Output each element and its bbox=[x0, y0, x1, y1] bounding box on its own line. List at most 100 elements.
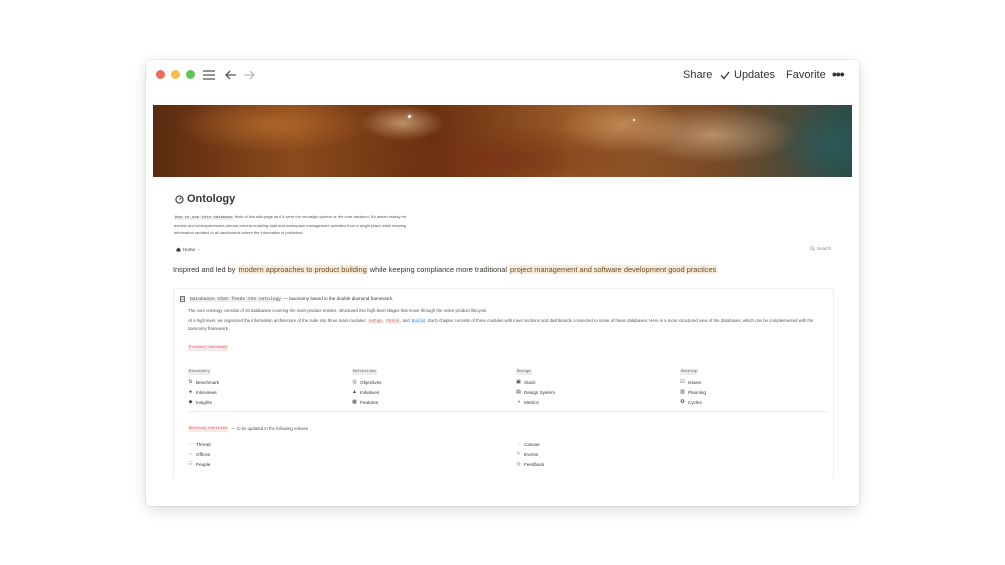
updates-button[interactable]: Updates bbox=[720, 67, 775, 83]
issues-icon: ☑ bbox=[680, 378, 685, 385]
page-icon bbox=[174, 194, 184, 204]
features-icon: ▦ bbox=[352, 398, 357, 405]
headline-text: while keeping compliance more traditiona… bbox=[367, 265, 510, 274]
canvas-icon: ⁘ bbox=[516, 440, 521, 447]
working-entities-right: ⁘ Canvas ✎ Events ◍ Feedback bbox=[516, 439, 676, 469]
objectives-icon: ◎ bbox=[352, 378, 357, 385]
forward-arrow-icon[interactable] bbox=[242, 67, 256, 83]
working-entities-suffix: — to be updated in the following release bbox=[231, 426, 309, 431]
item-label: Benchmark bbox=[196, 379, 220, 385]
share-button[interactable]: Share bbox=[683, 67, 712, 83]
callout-heading-text: — taxonomy based in the double diamond f… bbox=[281, 296, 394, 301]
link-thread[interactable]: ◌ Thread bbox=[188, 439, 348, 449]
taxonomy-column-develop: Develop ☑ Issues ▥ Planning ✪ Cycles bbox=[680, 359, 840, 407]
working-entities-label: Working entities bbox=[188, 426, 229, 432]
callout-paragraph: The core ontology consists of 20 databas… bbox=[188, 308, 488, 313]
link-features[interactable]: ▦ Features bbox=[352, 397, 512, 407]
link-insights[interactable]: ◆ Insights bbox=[188, 397, 348, 407]
favorite-button[interactable]: Favorite bbox=[786, 67, 826, 83]
breadcrumb[interactable]: Home ⌄ bbox=[176, 246, 201, 252]
callout-text: At a high level, we organized the inform… bbox=[188, 318, 368, 323]
item-label: Insights bbox=[196, 399, 212, 405]
callout-paragraph: At a high level, we organized the inform… bbox=[188, 317, 828, 332]
taxonomy-column-definition: Definition ◎ Objectives ▲ Initiatives ▦ Fea… bbox=[352, 359, 512, 407]
interviews-icon: ● bbox=[188, 388, 193, 395]
cover-star bbox=[408, 115, 411, 118]
cycles-icon: ✪ bbox=[680, 398, 685, 405]
setup-code: setup bbox=[367, 319, 383, 324]
databases-callout: Databases that feeds the ontology — taxo… bbox=[173, 288, 834, 478]
database-icon bbox=[180, 296, 185, 302]
link-design-system[interactable]: ▤ Design System bbox=[516, 387, 676, 397]
build-code: build bbox=[410, 319, 426, 324]
metrics-icon: ◑ bbox=[516, 398, 521, 405]
link-events[interactable]: ✎ Events bbox=[516, 449, 676, 459]
column-header: Definition bbox=[352, 369, 377, 375]
item-label: Interviews bbox=[196, 389, 217, 395]
item-label: Metrics bbox=[524, 399, 539, 405]
link-objectives[interactable]: ◎ Objectives bbox=[352, 377, 512, 387]
app-window: Share Updates Favorite ••• Ontology How … bbox=[146, 60, 859, 506]
checkmark-icon bbox=[720, 71, 730, 79]
item-label: Issues bbox=[688, 379, 702, 385]
column-header: Design bbox=[516, 369, 532, 375]
offices-icon: ⌂ bbox=[188, 450, 193, 457]
feedback-icon: ◍ bbox=[516, 460, 521, 467]
hamburger-menu-icon[interactable] bbox=[202, 67, 216, 83]
search-button[interactable]: Search bbox=[810, 246, 831, 251]
item-label: People bbox=[196, 461, 211, 467]
item-label: Features bbox=[360, 399, 379, 405]
link-canvas[interactable]: ⁘ Canvas bbox=[516, 439, 676, 449]
events-icon: ✎ bbox=[516, 450, 521, 457]
insights-icon: ◆ bbox=[188, 398, 193, 405]
maximize-window-button[interactable] bbox=[186, 70, 195, 79]
link-interviews[interactable]: ● Interviews bbox=[188, 387, 348, 397]
item-label: Objectives bbox=[360, 379, 382, 385]
initiatives-icon: ▲ bbox=[352, 388, 357, 395]
title-bar: Share Updates Favorite ••• bbox=[146, 60, 859, 90]
link-people[interactable]: ☷ People bbox=[188, 459, 348, 469]
link-issues[interactable]: ☑ Issues bbox=[680, 377, 840, 387]
item-label: Thread bbox=[196, 441, 211, 447]
item-label: Feedback bbox=[524, 461, 545, 467]
cover-star bbox=[633, 119, 635, 121]
callout-code: Databases that feeds the ontology bbox=[189, 297, 282, 302]
headline: Inspired and led by modern approaches to… bbox=[173, 264, 843, 275]
column-header: Discovery bbox=[188, 369, 211, 375]
link-stack[interactable]: ▣ Stack bbox=[516, 377, 676, 387]
headline-highlight: project management and software developm… bbox=[509, 265, 718, 274]
column-header: Develop bbox=[680, 369, 698, 375]
taxonomy-column-design: Design ▣ Stack ▤ Design System ◑ Metrics bbox=[516, 359, 676, 407]
item-label: Design System bbox=[524, 389, 555, 395]
back-arrow-icon[interactable] bbox=[224, 67, 238, 83]
item-label: Initiatives bbox=[360, 389, 380, 395]
taxonomy-column-discovery: Discovery ⇅ Benchmark ● Interviews ◆ Insigh… bbox=[188, 359, 348, 407]
link-feedback[interactable]: ◍ Feedback bbox=[516, 459, 676, 469]
link-metrics[interactable]: ◑ Metrics bbox=[516, 397, 676, 407]
stack-icon: ▣ bbox=[516, 378, 521, 385]
page-intro: How to use this database think of this w… bbox=[174, 213, 412, 236]
updates-label: Updates bbox=[734, 69, 775, 81]
more-options-button[interactable]: ••• bbox=[832, 66, 845, 82]
link-cycles[interactable]: ✪ Cycles bbox=[680, 397, 840, 407]
callout-text: , and bbox=[400, 318, 411, 323]
breadcrumb-home[interactable]: Home bbox=[183, 247, 195, 252]
design-system-icon: ▤ bbox=[516, 388, 521, 395]
working-entities-left: ◌ Thread ⌂ Offices ☷ People bbox=[188, 439, 348, 469]
page-title: Ontology bbox=[187, 193, 236, 205]
link-offices[interactable]: ⌂ Offices bbox=[188, 449, 348, 459]
people-icon: ☷ bbox=[188, 460, 193, 467]
close-window-button[interactable] bbox=[156, 70, 165, 79]
think-code: think bbox=[385, 319, 401, 324]
link-initiatives[interactable]: ▲ Initiatives bbox=[352, 387, 512, 397]
link-planning[interactable]: ▥ Planning bbox=[680, 387, 840, 397]
working-entities-heading: Working entities — to be updated in the … bbox=[188, 426, 308, 432]
headline-text: Inspired and led by bbox=[173, 265, 238, 274]
minimize-window-button[interactable] bbox=[171, 70, 180, 79]
benchmark-icon: ⇅ bbox=[188, 378, 193, 385]
item-label: Events bbox=[524, 451, 539, 457]
headline-highlight: modern approaches to product building bbox=[237, 265, 368, 274]
cover-image bbox=[153, 105, 852, 177]
link-benchmark[interactable]: ⇅ Benchmark bbox=[188, 377, 348, 387]
chevron-down-icon: ⌄ bbox=[197, 246, 201, 251]
